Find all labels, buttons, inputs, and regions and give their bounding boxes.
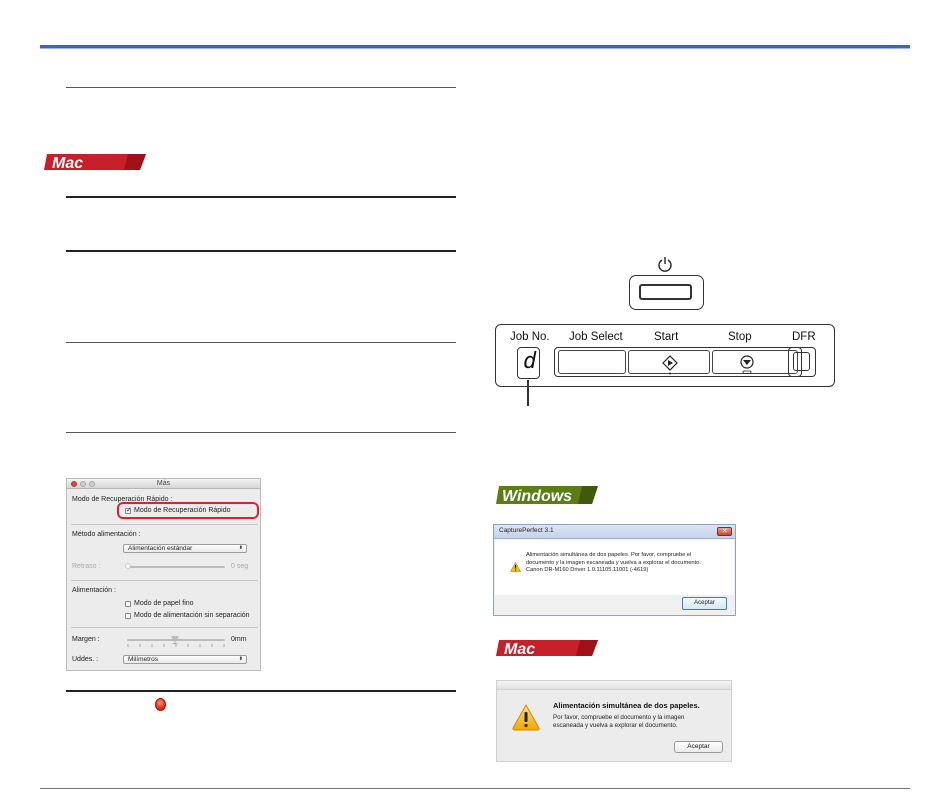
units-select[interactable]: Milímetros ⬍ bbox=[123, 655, 247, 664]
close-icon[interactable]: ✕ bbox=[717, 527, 732, 536]
feed-method-value: Alimentación estándar bbox=[128, 545, 193, 552]
mac-banner-bottom-label: Mac bbox=[504, 641, 535, 658]
mac-banner-shape: Mac bbox=[44, 154, 146, 172]
dfr-button[interactable] bbox=[788, 347, 816, 377]
margin-slider-knob[interactable] bbox=[171, 636, 179, 644]
footer-rule bbox=[40, 788, 910, 789]
windows-warning-dialog: CapturePerfect 3.1 ✕ Alimentación simult… bbox=[493, 524, 736, 616]
margin-label: Margen : bbox=[72, 636, 100, 643]
job-select-button[interactable] bbox=[558, 350, 626, 374]
start-button[interactable] bbox=[628, 350, 710, 375]
section-rule-1 bbox=[66, 87, 456, 88]
feed-method-select[interactable]: Alimentación estándar ⬍ bbox=[123, 544, 247, 553]
warning-icon bbox=[510, 562, 521, 572]
no-separation-checkbox[interactable] bbox=[125, 613, 131, 619]
section-rule-3 bbox=[66, 250, 456, 252]
callout-pointer bbox=[527, 380, 529, 406]
power-button[interactable] bbox=[629, 275, 704, 310]
rapid-recovery-checkbox[interactable] bbox=[125, 506, 132, 514]
start-icon bbox=[662, 355, 678, 375]
job-no-label: Job No. bbox=[510, 331, 550, 343]
feed-method-label: Método alimentación : bbox=[72, 531, 141, 538]
chevron-updown-icon: ⬍ bbox=[238, 656, 243, 662]
stop-label: Stop bbox=[728, 331, 752, 343]
windows-ok-button[interactable]: Aceptar bbox=[682, 597, 727, 610]
header-rule bbox=[40, 45, 910, 48]
delay-label: Retraso : bbox=[72, 563, 101, 570]
mac-alert-heading: Alimentación simultánea de dos papeles. bbox=[553, 701, 700, 710]
job-select-label: Job Select bbox=[569, 331, 623, 343]
mac-alert-message: Por favor, compruebe el documento y la i… bbox=[553, 714, 685, 729]
margin-slider-ticks bbox=[127, 644, 225, 647]
rapid-recovery-label: Modo de Recuperación Rápido bbox=[134, 507, 231, 514]
scanner-operation-panel: Job No. Job Select Start Stop DFR d bbox=[495, 324, 835, 387]
section-rule-5 bbox=[66, 432, 456, 433]
mac-banner-top-label: Mac bbox=[52, 155, 83, 172]
mac-banner-bottom: Mac bbox=[496, 638, 600, 658]
dfr-label: DFR bbox=[792, 331, 816, 343]
button-row bbox=[554, 347, 802, 377]
separator bbox=[71, 524, 258, 525]
delay-slider-track[interactable] bbox=[127, 566, 225, 568]
feeding-label: Alimentación : bbox=[72, 587, 116, 594]
windows-dialog-body: Alimentación simultánea de dos papeles. … bbox=[495, 540, 734, 595]
mac-dialog-title: Más bbox=[156, 480, 171, 487]
windows-dialog-titlebar: CapturePerfect 3.1 ✕ bbox=[494, 525, 735, 539]
stop-button[interactable] bbox=[712, 350, 798, 374]
windows-banner: Windows bbox=[496, 484, 600, 506]
mac-warning-alert: Alimentación simultánea de dos papeles. … bbox=[496, 680, 732, 762]
mac-banner-top: Mac bbox=[44, 152, 148, 172]
chevron-updown-icon: ⬍ bbox=[238, 545, 243, 551]
windows-banner-label: Windows bbox=[502, 488, 572, 505]
job-number-display: d bbox=[517, 347, 540, 379]
delay-slider-knob[interactable] bbox=[125, 563, 131, 569]
delay-value: 0 seg bbox=[231, 563, 249, 570]
windows-dialog-message: Alimentación simultánea de dos papeles. … bbox=[526, 552, 701, 573]
power-icon bbox=[658, 257, 672, 272]
section-rule-4 bbox=[66, 342, 456, 343]
mac-dialog-titlebar: Más bbox=[67, 479, 260, 489]
windows-dialog-title: CapturePerfect 3.1 bbox=[499, 527, 554, 534]
section-rule-2 bbox=[66, 196, 456, 198]
no-separation-label: Modo de alimentación sin separación bbox=[134, 612, 250, 619]
mac-alert-titlebar bbox=[497, 681, 731, 690]
margin-value: 0mm bbox=[231, 636, 247, 643]
thin-paper-label: Modo de papel fino bbox=[134, 600, 194, 607]
section-rule-6 bbox=[66, 690, 456, 692]
red-close-button-icon bbox=[155, 698, 166, 711]
units-label: Uddes. : bbox=[72, 656, 99, 663]
windows-banner-shape: Windows bbox=[496, 486, 598, 505]
mac-banner-bottom-shape: Mac bbox=[496, 640, 598, 658]
start-label: Start bbox=[654, 331, 679, 343]
thin-paper-checkbox[interactable] bbox=[125, 601, 131, 607]
separator bbox=[71, 580, 258, 581]
mac-alert-ok-button[interactable]: Aceptar bbox=[674, 741, 723, 753]
mac-options-dialog: Más Modo de Recuperación Rápido : Modo d… bbox=[66, 478, 261, 671]
warning-icon bbox=[512, 703, 540, 731]
units-value: Milímetros bbox=[128, 656, 158, 663]
separator bbox=[71, 627, 258, 628]
stop-icon bbox=[740, 355, 754, 374]
job-number-digit: d bbox=[523, 349, 537, 374]
